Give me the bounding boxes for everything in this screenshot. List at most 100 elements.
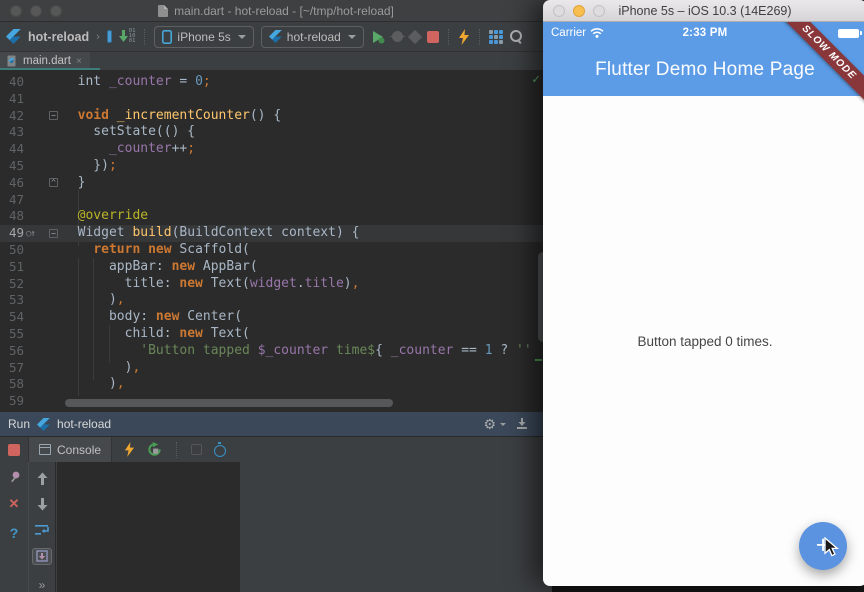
pin-icon[interactable] (8, 470, 21, 483)
ide-toolbar: hot-reload › 011001 iPhone 5s hot-reload (0, 22, 552, 52)
hide-panel-icon[interactable] (516, 418, 528, 430)
code-line[interactable]: 40 int _counter = 0; (0, 74, 552, 91)
close-window-button[interactable] (553, 5, 565, 17)
help-icon[interactable]: ? (10, 525, 19, 541)
carrier-label: Carrier (551, 27, 586, 39)
code-line[interactable]: 49○↑− Widget build(BuildContext context)… (0, 225, 552, 242)
console-output[interactable] (57, 462, 240, 592)
code-line[interactable]: 53 ), (0, 292, 552, 309)
code-line[interactable]: 51 appBar: new AppBar( (0, 259, 552, 276)
timeline-stopwatch-icon[interactable] (214, 445, 226, 457)
app-body: Button tapped 0 times. (543, 96, 864, 586)
code-line[interactable]: 55 child: new Text( (0, 326, 552, 343)
scroll-to-end-button[interactable] (32, 548, 52, 565)
search-icon[interactable] (510, 30, 523, 43)
minimize-window-button[interactable] (30, 5, 42, 17)
profile-button[interactable] (408, 29, 422, 43)
window-controls[interactable] (10, 5, 62, 17)
code-line[interactable]: 57 ), (0, 360, 552, 377)
next-occurrence-button[interactable] (32, 496, 52, 513)
code-line[interactable]: 41 (0, 91, 552, 108)
code-editor[interactable]: 40 int _counter = 0;4142− void _incremen… (0, 70, 552, 412)
line-number: 49 (0, 225, 24, 242)
overriding-method-icon[interactable]: ○↑ (26, 226, 35, 243)
close-panel-icon[interactable]: ✕ (9, 496, 20, 512)
line-number: 41 (0, 91, 24, 108)
simulator-window-controls[interactable] (553, 5, 605, 17)
increment-fab-button[interactable]: + (799, 522, 847, 570)
chevron-down-icon (348, 35, 356, 39)
dart-file-icon (7, 55, 18, 67)
hot-restart-icon[interactable] (147, 442, 162, 457)
code-line[interactable]: 45 }); (0, 158, 552, 175)
tab-label: main.dart (23, 55, 71, 67)
line-number: 58 (0, 376, 24, 393)
line-number: 50 (0, 242, 24, 259)
line-number: 42 (0, 108, 24, 125)
line-number: 56 (0, 343, 24, 360)
flutter-icon (269, 30, 282, 43)
flutter-icon (6, 29, 21, 44)
console-toolbar: Console (0, 436, 552, 462)
project-breadcrumb[interactable]: hot-reload (28, 30, 89, 44)
code-line[interactable]: 48 @override (0, 208, 552, 225)
tab-console[interactable]: Console (28, 437, 112, 463)
inspection-ok-icon: ✓ (532, 72, 540, 87)
code-line[interactable]: 58 ), (0, 376, 552, 393)
code-line[interactable]: 44 _counter++; (0, 141, 552, 158)
zoom-window-button[interactable] (50, 5, 62, 17)
tab-close-icon[interactable]: × (76, 56, 82, 67)
zoom-window-button[interactable] (593, 5, 605, 17)
run-config-selector[interactable]: hot-reload (261, 26, 364, 48)
code-area: 40 int _counter = 0;4142− void _incremen… (0, 74, 552, 410)
code-line[interactable]: 56 'Button tapped $_counter time${ _coun… (0, 343, 552, 360)
soft-wrap-button[interactable] (32, 522, 52, 539)
line-number: 53 (0, 292, 24, 309)
code-line[interactable]: 43 setState(() { (0, 124, 552, 141)
chevron-more-icon[interactable]: » (39, 578, 46, 592)
stop-button[interactable] (427, 31, 439, 43)
prev-occurrence-button[interactable] (32, 470, 52, 487)
code-line[interactable]: 52 title: new Text(widget.title), (0, 276, 552, 293)
console-icon (39, 444, 51, 455)
device-selector[interactable]: iPhone 5s (154, 26, 253, 48)
settings-gear-button[interactable]: ⚙ (483, 417, 506, 431)
flutter-app: Carrier 2:33 PM Flutter Demo Home Page S… (543, 22, 864, 586)
horizontal-scrollbar[interactable] (65, 399, 393, 407)
battery-icon (838, 29, 859, 38)
run-button[interactable] (371, 30, 385, 44)
debug-button[interactable] (392, 31, 403, 42)
code-line[interactable]: 54 body: new Center( (0, 309, 552, 326)
inspector-grid-icon[interactable] (489, 30, 503, 44)
stop-process-button[interactable] (8, 444, 20, 456)
line-number: 47 (0, 192, 24, 209)
line-number: 43 (0, 124, 24, 141)
vcs-digits: 011001 (129, 29, 136, 44)
toolbar-separator (176, 442, 177, 458)
hot-reload-icon[interactable] (124, 442, 135, 457)
counter-text: Button tapped 0 times. (637, 334, 772, 349)
fold-icon[interactable]: − (49, 111, 58, 120)
structure-icon[interactable] (107, 30, 112, 43)
code-line[interactable]: 42− void _incrementCounter() { (0, 108, 552, 125)
fold-end-icon[interactable]: ^ (49, 178, 58, 187)
close-window-button[interactable] (10, 5, 22, 17)
code-line[interactable]: 46^ } (0, 175, 552, 192)
line-number: 55 (0, 326, 24, 343)
green-down-arrow-icon (119, 30, 128, 43)
run-tool-window-header[interactable]: Run hot-reload ⚙ (0, 412, 552, 436)
chevron-down-icon (500, 423, 506, 426)
minimize-window-button[interactable] (573, 5, 585, 17)
line-number: 48 (0, 208, 24, 225)
hot-reload-icon[interactable] (458, 29, 470, 45)
line-number: 52 (0, 276, 24, 293)
vcs-update-button[interactable]: 011001 (119, 29, 136, 44)
fold-icon[interactable]: − (49, 229, 58, 238)
code-line[interactable]: 50 return new Scaffold( (0, 242, 552, 259)
code-line[interactable]: 47 (0, 192, 552, 209)
flutter-icon (37, 418, 50, 431)
line-number: 44 (0, 141, 24, 158)
simulator-titlebar: iPhone 5s – iOS 10.3 (14E269) (543, 0, 864, 22)
clear-console-icon[interactable] (191, 444, 202, 455)
toolbar-separator (448, 29, 449, 45)
